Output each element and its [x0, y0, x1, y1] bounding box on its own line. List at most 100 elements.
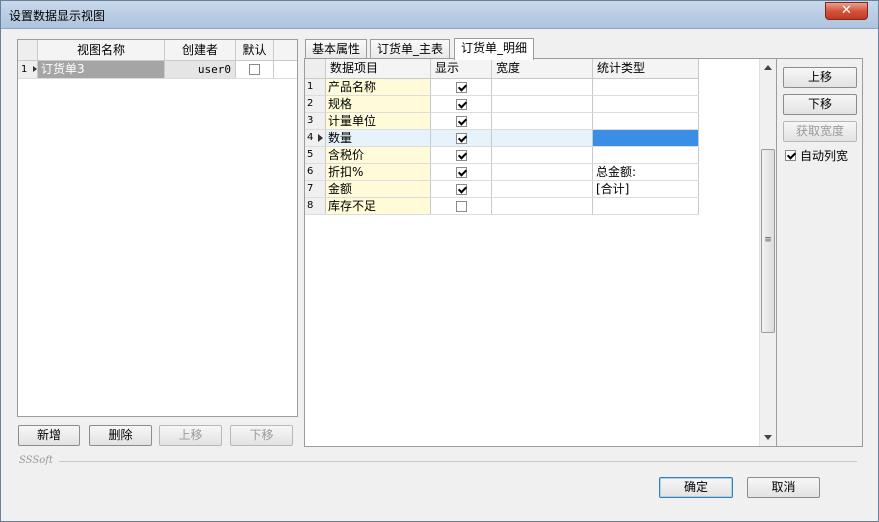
tab-order-detail[interactable]: 订货单_明细 — [454, 38, 535, 60]
vertical-scrollbar[interactable]: ≡ — [759, 59, 776, 446]
row-number-text: 8 — [307, 200, 314, 211]
width-cell[interactable] — [492, 113, 593, 129]
show-checkbox[interactable] — [455, 82, 467, 93]
scroll-up-arrow-icon[interactable] — [764, 65, 772, 70]
data-item-cell[interactable]: 库存不足 — [326, 198, 431, 214]
stat-type-cell[interactable]: [合计] — [593, 181, 699, 197]
show-cell[interactable] — [431, 147, 492, 163]
row-number-header — [305, 59, 326, 78]
col-header-show[interactable]: 显示 — [431, 59, 492, 78]
view-list-header: 视图名称 创建者 默认 — [18, 40, 297, 61]
default-cell[interactable] — [236, 61, 274, 78]
tab-basic-properties[interactable]: 基本属性 — [305, 39, 368, 59]
close-button[interactable]: ✕ — [825, 2, 868, 20]
col-header-width[interactable]: 宽度 — [492, 59, 593, 78]
width-cell[interactable] — [492, 164, 593, 180]
add-view-button[interactable]: 新增 — [18, 425, 80, 446]
row-number: 2 — [305, 96, 326, 112]
stat-type-cell[interactable]: 总金额: — [593, 164, 699, 180]
table-row[interactable]: 3 计量单位 — [305, 113, 699, 130]
width-cell[interactable] — [492, 147, 593, 163]
table-row[interactable]: 1 订货单3 user0 — [18, 61, 297, 79]
data-item-cell[interactable]: 规格 — [326, 96, 431, 112]
delete-view-button[interactable]: 删除 — [89, 425, 152, 446]
width-cell[interactable] — [492, 79, 593, 95]
show-checkbox[interactable] — [455, 133, 467, 144]
width-cell[interactable] — [492, 130, 593, 146]
data-item-cell[interactable]: 数量 — [326, 130, 431, 146]
table-row[interactable]: 1 产品名称 — [305, 79, 699, 96]
tab-order-master[interactable]: 订货单_主表 — [370, 39, 451, 59]
scroll-thumb[interactable]: ≡ — [761, 149, 775, 333]
stat-type-cell[interactable] — [593, 130, 699, 146]
detail-tab-panel: 数据项目 显示 宽度 统计类型 1 产品名称 2 规格 3 计量单位 4 数量 5 含税价 6 折扣%… — [304, 58, 777, 447]
row-number: 6 — [305, 164, 326, 180]
stat-type-cell[interactable] — [593, 198, 699, 214]
table-row[interactable]: 8 库存不足 — [305, 198, 699, 215]
show-cell[interactable] — [431, 96, 492, 112]
width-cell[interactable] — [492, 96, 593, 112]
view-name-cell[interactable]: 订货单3 — [38, 61, 165, 78]
data-item-cell[interactable]: 计量单位 — [326, 113, 431, 129]
current-row-arrow-icon — [32, 66, 37, 72]
title-bar: 设置数据显示视图 ✕ — [1, 1, 878, 29]
move-field-up-button[interactable]: 上移 — [783, 67, 857, 88]
dialog-window: 设置数据显示视图 ✕ 视图名称 创建者 默认 1 订货单3 user0 新增 删… — [0, 0, 879, 522]
row-number-header — [18, 40, 38, 60]
col-header-stat-type[interactable]: 统计类型 — [593, 59, 699, 78]
width-cell[interactable] — [492, 198, 593, 214]
data-item-cell[interactable]: 含税价 — [326, 147, 431, 163]
show-cell[interactable] — [431, 198, 492, 214]
auto-col-width-label: 自动列宽 — [800, 149, 849, 163]
show-cell[interactable] — [431, 113, 492, 129]
data-item-cell[interactable]: 金额 — [326, 181, 431, 197]
table-row[interactable]: 6 折扣% 总金额: — [305, 164, 699, 181]
show-cell[interactable] — [431, 164, 492, 180]
table-row[interactable]: 7 金额 [合计] — [305, 181, 699, 198]
col-header-default[interactable]: 默认 — [236, 40, 274, 60]
move-view-down-button[interactable]: 下移 — [230, 425, 293, 446]
col-header-data-item[interactable]: 数据项目 — [326, 59, 431, 78]
table-row[interactable]: 4 数量 — [305, 130, 699, 147]
scroll-down-arrow-icon[interactable] — [764, 435, 772, 440]
stat-type-cell[interactable] — [593, 113, 699, 129]
show-cell[interactable] — [431, 79, 492, 95]
col-header-view-name[interactable]: 视图名称 — [38, 40, 165, 60]
move-field-down-button[interactable]: 下移 — [783, 94, 857, 115]
row-number-text: 5 — [307, 149, 314, 160]
show-cell[interactable] — [431, 181, 492, 197]
show-checkbox[interactable] — [455, 201, 467, 212]
show-checkbox[interactable] — [455, 116, 467, 127]
table-row[interactable]: 2 规格 — [305, 96, 699, 113]
auto-col-width-checkbox[interactable] — [785, 150, 796, 161]
show-cell[interactable] — [431, 130, 492, 146]
data-item-cell[interactable]: 产品名称 — [326, 79, 431, 95]
row-number: 8 — [305, 198, 326, 214]
stat-type-cell[interactable] — [593, 147, 699, 163]
row-number-text: 7 — [307, 183, 314, 194]
row-number-text: 4 — [307, 132, 314, 143]
width-cell[interactable] — [492, 181, 593, 197]
fields-grid-header: 数据项目 显示 宽度 统计类型 — [305, 59, 699, 79]
data-item-cell[interactable]: 折扣% — [326, 164, 431, 180]
default-checkbox[interactable] — [249, 64, 260, 75]
get-width-button[interactable]: 获取宽度 — [783, 121, 857, 142]
stat-type-cell[interactable] — [593, 96, 699, 112]
col-header-creator[interactable]: 创建者 — [165, 40, 236, 60]
auto-col-width-option[interactable]: 自动列宽 — [785, 147, 848, 164]
row-number-text: 6 — [307, 166, 314, 177]
move-view-up-button[interactable]: 上移 — [159, 425, 222, 446]
creator-cell: user0 — [165, 61, 236, 78]
show-checkbox[interactable] — [455, 167, 467, 178]
ok-button[interactable]: 确定 — [659, 477, 733, 498]
show-checkbox[interactable] — [455, 150, 467, 161]
show-checkbox[interactable] — [455, 184, 467, 195]
row-number-text: 2 — [307, 98, 314, 109]
side-panel — [777, 58, 863, 447]
show-checkbox[interactable] — [455, 99, 467, 110]
row-number: 3 — [305, 113, 326, 129]
stat-type-cell[interactable] — [593, 79, 699, 95]
row-number: 5 — [305, 147, 326, 163]
table-row[interactable]: 5 含税价 — [305, 147, 699, 164]
cancel-button[interactable]: 取消 — [747, 477, 820, 498]
